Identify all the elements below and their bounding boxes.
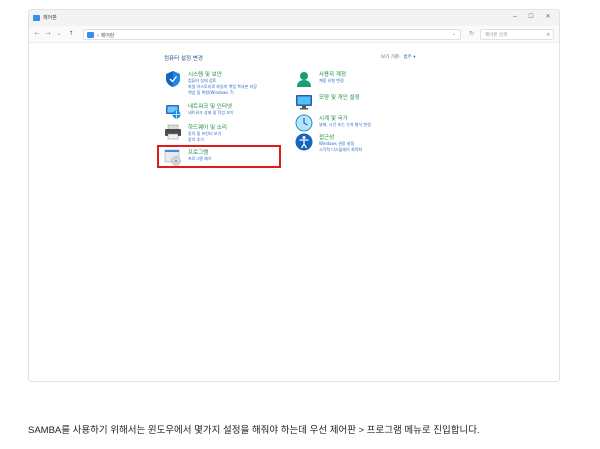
caption-text: SAMBA를 사용하기 위해서는 윈도우에서 몇가지 설정을 해줘야 하는데 우…	[28, 425, 480, 436]
shield-icon	[166, 71, 180, 87]
up-button[interactable]: ↑	[67, 30, 75, 37]
category-title[interactable]: 접근성	[319, 133, 334, 141]
page-title: 컴퓨터 설정 변경	[164, 56, 203, 62]
highlight-box	[157, 145, 281, 168]
link-backup-restore[interactable]: 백업 및 복원(Windows 7)	[188, 90, 234, 96]
monitor-icon	[296, 95, 312, 110]
link-date-time-format[interactable]: 날짜, 시간 또는 숫자 형식 변경	[319, 122, 371, 128]
folder-icon	[87, 32, 94, 38]
category-clock-region: 시계 및 국가 날짜, 시간 또는 숫자 형식 변경	[295, 114, 455, 132]
view-by-label: 보기 기준:	[381, 55, 401, 60]
category-accessibility: 접근성 Windows 권장 설정 시각적 디스플레이 최적화	[295, 133, 455, 155]
search-icon[interactable]: ⌕	[547, 31, 550, 39]
address-bar[interactable]: › 제어판 ⌄	[83, 29, 461, 40]
category-user-accounts: 사용자 계정 계정 유형 변경	[295, 70, 455, 88]
screenshot-frame: 제어판 − ☐ ✕ ← → ⌄ ↑ › 제어판 ⌄ ↻ 제어판 검색 ⌕ 컴퓨터…	[28, 9, 560, 382]
title-bar: 제어판 − ☐ ✕	[29, 10, 559, 26]
control-panel-icon	[33, 15, 40, 21]
category-title[interactable]: 네트워크 및 인터넷	[188, 102, 232, 110]
search-placeholder: 제어판 검색	[485, 33, 508, 38]
address-row: ← → ⌄ ↑ › 제어판 ⌄ ↻ 제어판 검색 ⌕	[29, 26, 559, 43]
category-network: 네트워크 및 인터넷 네트워크 상태 및 작업 보기	[164, 102, 304, 120]
chevron-down-icon[interactable]: ⌄	[452, 31, 456, 37]
category-title[interactable]: 모양 및 개인 설정	[319, 93, 360, 101]
link-add-device[interactable]: 장치 추가	[188, 137, 204, 143]
refresh-button[interactable]: ↻	[469, 30, 474, 37]
minimize-button[interactable]: −	[510, 13, 520, 20]
close-button[interactable]: ✕	[543, 13, 553, 20]
link-network-status[interactable]: 네트워크 상태 및 작업 보기	[188, 110, 234, 116]
category-system-security: 시스템 및 보안 컴퓨터 상태 검토 파일 히스토리로 파일의 백업 복사본 저…	[164, 70, 304, 100]
category-title[interactable]: 시계 및 국가	[319, 114, 348, 122]
clock-icon	[295, 114, 313, 132]
recent-locations-button[interactable]: ⌄	[55, 30, 63, 37]
maximize-button[interactable]: ☐	[526, 13, 536, 20]
link-optimize-display[interactable]: 시각적 디스플레이 최적화	[319, 147, 362, 153]
category-hardware-sound: 하드웨어 및 소리 장치 및 프린터 보기 장치 추가	[164, 123, 304, 143]
category-appearance: 모양 및 개인 설정	[295, 93, 455, 111]
category-title[interactable]: 하드웨어 및 소리	[188, 123, 227, 131]
view-by-dropdown[interactable]: 범주 ▾	[404, 55, 416, 60]
search-input[interactable]: 제어판 검색 ⌕	[480, 29, 554, 40]
accessibility-icon	[295, 133, 313, 151]
window-title: 제어판	[43, 15, 57, 21]
link-change-account-type[interactable]: 계정 유형 변경	[319, 78, 344, 84]
category-title[interactable]: 사용자 계정	[319, 70, 346, 78]
category-title[interactable]: 시스템 및 보안	[188, 70, 222, 78]
breadcrumb[interactable]: › 제어판	[97, 32, 114, 39]
network-icon	[166, 105, 181, 119]
forward-button[interactable]: →	[44, 30, 52, 37]
printer-icon	[165, 124, 181, 140]
user-icon	[297, 72, 311, 87]
view-by: 보기 기준: 범주 ▾	[381, 54, 416, 60]
back-button[interactable]: ←	[33, 30, 41, 37]
